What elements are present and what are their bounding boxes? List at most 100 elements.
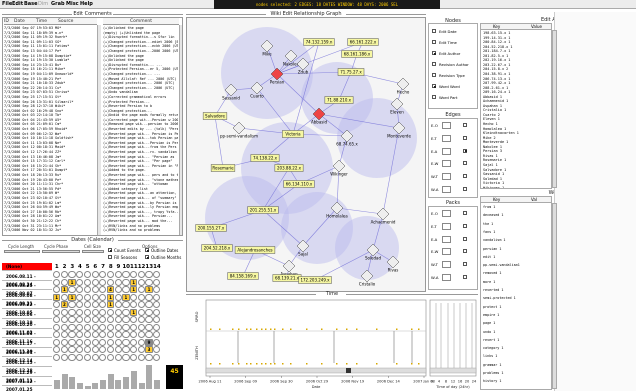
graph-node-label[interactable]: 66.161.222.x [350, 39, 377, 44]
calendar-grid[interactable]: 111411111121193 [53, 271, 163, 361]
calendar-cell[interactable] [106, 316, 115, 324]
word-col-key[interactable]: Key [493, 197, 500, 202]
graph-canvas[interactable]: MikeNakoleeZdub74.132.159.n 66.161.222.x6… [187, 18, 426, 292]
comments-rows-left[interactable]: 7/3/2006 Sep 07 19:53:03 MO* 7/3/2006 Sep… [4, 26, 96, 233]
calendar-day-number[interactable]: 4 [76, 263, 84, 271]
comments-col-source[interactable]: Source [58, 18, 97, 25]
graph-node-label[interactable]: Cuarto [250, 94, 264, 99]
calendar-cell[interactable] [122, 308, 130, 316]
word-table[interactable]: Key Val from 1 deceased 1 the 1 fans 1 vanda… [480, 196, 552, 390]
calendar-day-number[interactable]: 8 [107, 263, 115, 271]
comment-row-text[interactable]: (+)Reverted edits by ... (talk) "Pers [103, 127, 178, 132]
calendar-day-number[interactable]: 12 [138, 263, 146, 271]
edges-option[interactable]: E-T [431, 133, 477, 145]
calendar-cell[interactable] [68, 316, 76, 324]
calendar-cell[interactable] [68, 323, 76, 331]
calendar-cell[interactable] [91, 316, 99, 324]
calendar-cell[interactable] [76, 331, 84, 339]
calendar-cell[interactable] [153, 323, 161, 331]
calendar-row-label[interactable]: 2006.08.11 - 2006.08.24 [2, 273, 52, 287]
calendar-day-number[interactable]: 14 [153, 263, 161, 271]
calendar-cell[interactable] [99, 323, 107, 331]
calendar-cell[interactable] [153, 301, 161, 309]
calendar-cell[interactable] [99, 293, 107, 301]
edges-option-checkbox[interactable] [463, 161, 467, 166]
calendar-cell[interactable] [76, 278, 84, 286]
calendar-cell[interactable] [83, 286, 92, 294]
graph-node-label[interactable]: Cristalio [359, 282, 376, 287]
calendar-cell[interactable] [91, 271, 99, 279]
calendar-cell[interactable] [83, 301, 92, 309]
calendar-day-number[interactable]: 3 [68, 263, 76, 271]
comment-row-text[interactable]: (+)Reverted page wik... mod the... [103, 219, 178, 224]
fill-seasons-checkbox[interactable] [108, 255, 112, 259]
calendar-cell[interactable] [60, 278, 68, 286]
author-table[interactable]: Key Value 198.63.15.x 1 199.14.31.x 1 200.… [480, 23, 552, 189]
calendar-day-number[interactable]: 5 [84, 263, 92, 271]
calendar-cell[interactable] [99, 338, 107, 346]
calendar-cell[interactable] [106, 353, 115, 361]
packs-option-checkbox[interactable] [463, 275, 467, 279]
calendar-cell[interactable] [137, 338, 145, 346]
calendar-cell[interactable] [106, 308, 115, 316]
calendar-day-number[interactable]: 13 [145, 263, 153, 271]
nodes-option-checkbox[interactable] [432, 40, 436, 44]
graph-node-label[interactable]: Achaemenid [371, 220, 396, 225]
calendar-cell[interactable] [106, 331, 115, 339]
calendar-cell[interactable] [91, 323, 99, 331]
graph-node-label[interactable]: pp-semi-vandalism [220, 134, 258, 139]
calendar-cell[interactable] [106, 271, 115, 279]
calendar-cell[interactable] [114, 331, 122, 339]
calendar-cell[interactable] [68, 331, 76, 339]
calendar-cell[interactable] [83, 331, 92, 339]
calendar-cell[interactable] [145, 301, 153, 309]
graph-node-label[interactable]: Mike [262, 52, 272, 57]
comment-row-text[interactable]: (+)Reverted page wik...rv. vandalism [103, 150, 178, 155]
calendar-cell[interactable] [76, 316, 84, 324]
calendar-cell[interactable] [122, 278, 130, 286]
outline-dates-checkbox[interactable] [145, 248, 149, 252]
menu-edit[interactable]: Edit [12, 1, 23, 7]
comment-row-text[interactable]: (+)Reverted page wik... of "summary" [103, 196, 178, 201]
packs-option-swatch[interactable] [442, 261, 451, 269]
comments-col-comment[interactable]: Comment [103, 18, 179, 25]
calendar-cell[interactable] [153, 286, 161, 294]
calendar-cell[interactable] [106, 278, 115, 286]
calendar-day-number[interactable]: 7 [99, 263, 107, 271]
calendar-row-label[interactable]: 2006.11.03 - 2006.11.16 [2, 330, 52, 344]
comments-table[interactable]: ID Date Time Source Comment 7/3/2006 Sep… [2, 17, 183, 236]
word-col-val[interactable]: Val [531, 197, 537, 202]
calendar-cell[interactable] [145, 353, 153, 361]
edges-option[interactable]: E-W [431, 158, 477, 170]
calendar-cell[interactable] [99, 286, 107, 294]
calendar-cell[interactable] [114, 293, 122, 301]
comment-row-text[interactable]: (+)RVN/links and no problems [103, 228, 178, 233]
calendar-row-none[interactable]: (None) [2, 263, 52, 271]
author-col-key[interactable]: Key [493, 24, 500, 29]
calendar-cell[interactable] [137, 316, 145, 324]
calendar-row-label[interactable]: 2006.09.22 - 2006.10.05 [2, 301, 52, 315]
calendar-cell[interactable] [76, 286, 84, 294]
graph-node-label[interactable]: Monteverde [387, 134, 411, 139]
graph-node-label[interactable]: 204.52.218.x [204, 245, 231, 250]
calendar-cell[interactable] [60, 323, 68, 331]
calendar-day-number[interactable]: 10 [122, 263, 130, 271]
calendar-cell[interactable] [137, 271, 145, 279]
menu-help[interactable]: Help [80, 1, 93, 7]
calendar-cell[interactable] [137, 278, 145, 286]
count-events-checkbox[interactable] [108, 248, 112, 252]
calendar-cell[interactable] [53, 346, 61, 354]
calendar-cell[interactable] [137, 308, 145, 316]
calendar-cell[interactable] [114, 323, 122, 331]
calendar-cell[interactable] [153, 293, 161, 301]
comments-col-time[interactable]: Time [36, 18, 58, 25]
calendar-cell[interactable] [153, 316, 161, 324]
comments-scrollbar-left[interactable] [97, 25, 101, 235]
calendar-day-number[interactable]: 1 [53, 263, 61, 271]
calendar-cell[interactable] [68, 286, 76, 294]
calendar-day-number[interactable]: 11 [130, 263, 138, 271]
calendar-cell[interactable] [99, 346, 107, 354]
calendar-cell[interactable] [153, 338, 161, 346]
calendar-cell[interactable] [99, 353, 107, 361]
calendar-cell[interactable] [137, 293, 145, 301]
